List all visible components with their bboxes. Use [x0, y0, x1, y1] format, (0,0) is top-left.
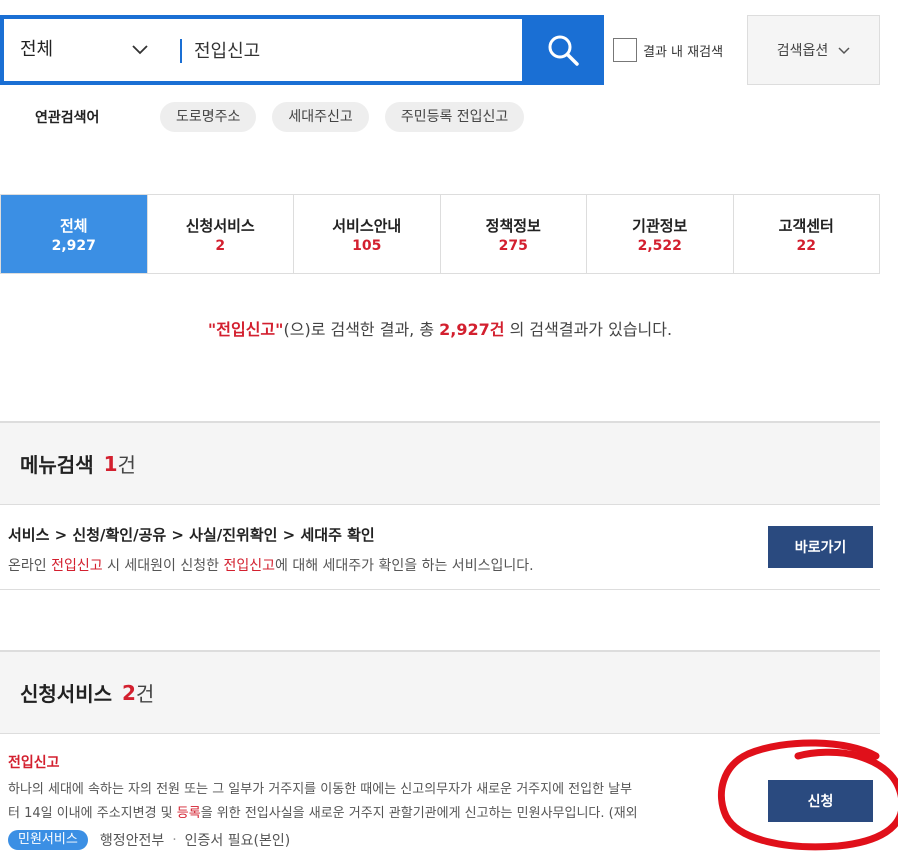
- related-keyword-chip[interactable]: 주민등록 전입신고: [384, 102, 525, 132]
- tab-label: 고객센터: [778, 216, 834, 235]
- apply-button[interactable]: 신청: [768, 780, 873, 822]
- search-button[interactable]: [522, 15, 604, 85]
- related-keywords: 연관검색어 도로명주소 세대주신고 주민등록 전입신고: [35, 102, 540, 132]
- tab-label: 서비스안내: [332, 216, 402, 235]
- related-keywords-label: 연관검색어: [35, 110, 100, 126]
- service-meta: 민원서비스 행정안전부 · 인증서 필요(본인): [8, 830, 888, 850]
- tab-count: 2,522: [637, 237, 682, 254]
- menu-result-item: 서비스 > 신청/확인/공유 > 사실/진위확인 > 세대주 확인 온라인 전입…: [8, 524, 888, 577]
- apply-result-item: 전입신고 하나의 세대에 속하는 자의 전원 또는 그 일부가 거주지를 이동한…: [8, 752, 888, 850]
- desc-text: 에 대해 세대주가 확인을 하는 서비스입니다.: [275, 558, 534, 574]
- re-search-label: 결과 내 재검색: [643, 44, 724, 60]
- tab-count: 105: [352, 237, 382, 254]
- tab-label: 기관정보: [632, 216, 688, 235]
- category-tabs: 전체 2,927 신청서비스 2 서비스안내 105 정책정보 275 기관정보…: [0, 194, 880, 274]
- apply-services-header: 신청서비스 2 건: [0, 650, 880, 734]
- chevron-down-icon[interactable]: [132, 41, 148, 57]
- related-keyword-chip[interactable]: 세대주신고: [272, 102, 369, 132]
- tab-label: 정책정보: [485, 216, 541, 235]
- summary-total: 2,927건: [439, 320, 505, 339]
- tab-count: 275: [498, 237, 528, 254]
- tab-count: 2,927: [51, 237, 96, 254]
- desc-highlight: 등록: [176, 806, 201, 821]
- tab-service-guide[interactable]: 서비스안내 105: [294, 195, 441, 273]
- desc-text: 시 세대원이 신청한: [102, 558, 224, 574]
- summary-query: "전입신고": [207, 320, 284, 339]
- service-title[interactable]: 전입신고: [8, 752, 888, 772]
- go-button[interactable]: 바로가기: [768, 526, 873, 568]
- desc-text: 온라인: [8, 558, 52, 574]
- chevron-down-icon: [838, 47, 850, 55]
- search-input[interactable]: [194, 19, 514, 81]
- tab-count: 2: [215, 237, 226, 254]
- service-agency: 행정안전부: [99, 833, 165, 849]
- desc-highlight: 전입신고: [223, 558, 275, 574]
- desc-line: 터 14일 이내에 주소지변경 및 등록을 위한 전입사실을 새로운 거주지 관…: [8, 802, 728, 826]
- menu-search-header: 메뉴검색 1 건: [0, 421, 880, 505]
- desc-text: 터 14일 이내에 주소지변경 및: [8, 806, 177, 821]
- result-summary: "전입신고"(으)로 검색한 결과, 총 2,927건 의 검색결과가 있습니다…: [0, 316, 880, 340]
- tab-all[interactable]: 전체 2,927: [1, 195, 148, 273]
- service-type-badge: 민원서비스: [8, 830, 88, 850]
- search-options-label: 검색옵션: [776, 43, 829, 59]
- summary-text: (으)로 검색한 결과, 총: [283, 320, 440, 339]
- search-scope-select[interactable]: 전체: [20, 19, 53, 81]
- search-options-button[interactable]: 검색옵션: [747, 15, 880, 85]
- section-title: 신청서비스: [20, 682, 112, 706]
- menu-path[interactable]: 서비스 > 신청/확인/공유 > 사실/진위확인 > 세대주 확인: [8, 524, 888, 545]
- tab-customer-center[interactable]: 고객센터 22: [733, 195, 879, 273]
- menu-description: 온라인 전입신고 시 세대원이 신청한 전입신고에 대해 세대주가 확인을 하는…: [8, 555, 888, 577]
- related-keyword-chip[interactable]: 도로명주소: [160, 102, 257, 132]
- search-divider: [180, 39, 182, 63]
- desc-highlight: 전입신고: [51, 558, 103, 574]
- tab-label: 전체: [59, 216, 88, 235]
- section-title: 메뉴검색: [20, 453, 94, 477]
- meta-separator: ·: [172, 832, 177, 848]
- desc-line: 하나의 세대에 속하는 자의 전원 또는 그 일부가 거주지를 이동한 때에는 …: [8, 782, 633, 797]
- section-count-unit: 건: [135, 682, 155, 706]
- summary-text-end: 의 검색결과가 있습니다.: [504, 320, 673, 339]
- tab-policy-info[interactable]: 정책정보 275: [440, 195, 587, 273]
- tab-agency-info[interactable]: 기관정보 2,522: [587, 195, 734, 273]
- divider: [0, 589, 880, 590]
- tab-count: 22: [796, 237, 816, 254]
- re-search-option[interactable]: 결과 내 재검색: [613, 38, 723, 62]
- section-count-unit: 건: [117, 453, 136, 477]
- service-cert-requirement: 인증서 필요(본인): [184, 833, 291, 849]
- tab-label: 신청서비스: [185, 216, 255, 235]
- desc-text: 을 위한 전입사실을 새로운 거주지 관할기관에게 신고하는 민원사무입니다. …: [200, 806, 638, 821]
- section-count: 2: [122, 680, 136, 705]
- search-icon: [548, 35, 579, 66]
- search-bar: 전체: [0, 15, 604, 85]
- section-count: 1: [103, 451, 118, 476]
- tab-apply-services[interactable]: 신청서비스 2: [147, 195, 294, 273]
- service-description: 하나의 세대에 속하는 자의 전원 또는 그 일부가 거주지를 이동한 때에는 …: [8, 778, 728, 826]
- re-search-checkbox[interactable]: [613, 38, 637, 62]
